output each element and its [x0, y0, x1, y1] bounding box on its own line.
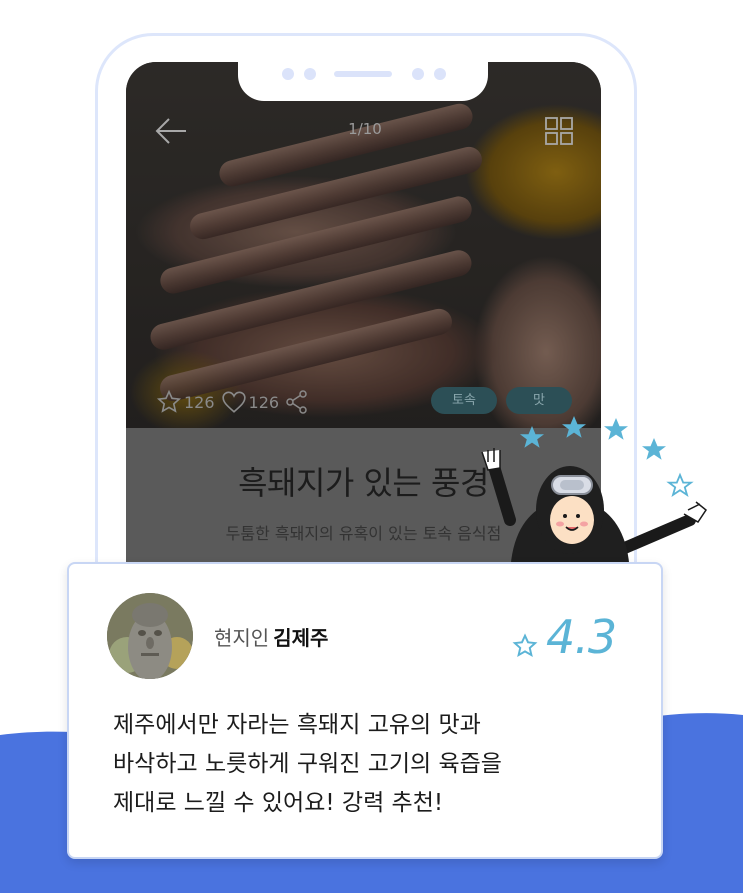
stats-row: 126 126	[156, 388, 317, 416]
like-count[interactable]: 126	[221, 390, 280, 414]
photo-dim-overlay	[126, 62, 601, 428]
star-outline-icon	[512, 633, 538, 658]
favorite-count-value: 126	[184, 392, 215, 412]
review-line: 제대로 느낄 수 있어요! 강력 추천!	[113, 790, 444, 816]
share-icon	[286, 390, 307, 414]
review-line: 제주에서만 자라는 흑돼지 고유의 맛과	[113, 712, 481, 738]
reviewer-info: 현지인 김제주	[214, 622, 328, 651]
like-count-value: 126	[248, 392, 280, 412]
star-icon	[642, 438, 666, 460]
star-icon	[520, 426, 544, 448]
reviewer-name: 김제주	[273, 626, 329, 650]
gallery-grid-button[interactable]	[545, 117, 573, 145]
review-line: 바삭하고 노릇하게 구워진 고기의 육즙을	[113, 751, 502, 777]
back-button[interactable]	[154, 116, 188, 146]
stone-statue-avatar-icon	[107, 593, 193, 679]
favorite-count[interactable]: 126	[156, 389, 215, 415]
back-arrow-icon	[155, 118, 186, 144]
phone-notch	[238, 51, 488, 101]
reviewer-role: 현지인	[214, 626, 270, 650]
star-outline-icon	[666, 472, 694, 498]
grid-icon	[545, 117, 573, 145]
star-icon	[562, 416, 586, 438]
reviewer-avatar[interactable]	[107, 593, 193, 679]
heart-outline-icon	[221, 391, 246, 413]
photo-counter: 1/10	[348, 120, 382, 138]
share-button[interactable]	[285, 389, 311, 415]
rating-score: 4.3	[546, 610, 617, 664]
review-text: 제주에서만 자라는 흑돼지 고유의 맛과 바삭하고 노릇하게 구워진 고기의 육…	[113, 706, 633, 823]
star-outline-icon	[156, 389, 182, 413]
mascot-illustration	[481, 416, 708, 580]
star-icon	[604, 418, 628, 440]
